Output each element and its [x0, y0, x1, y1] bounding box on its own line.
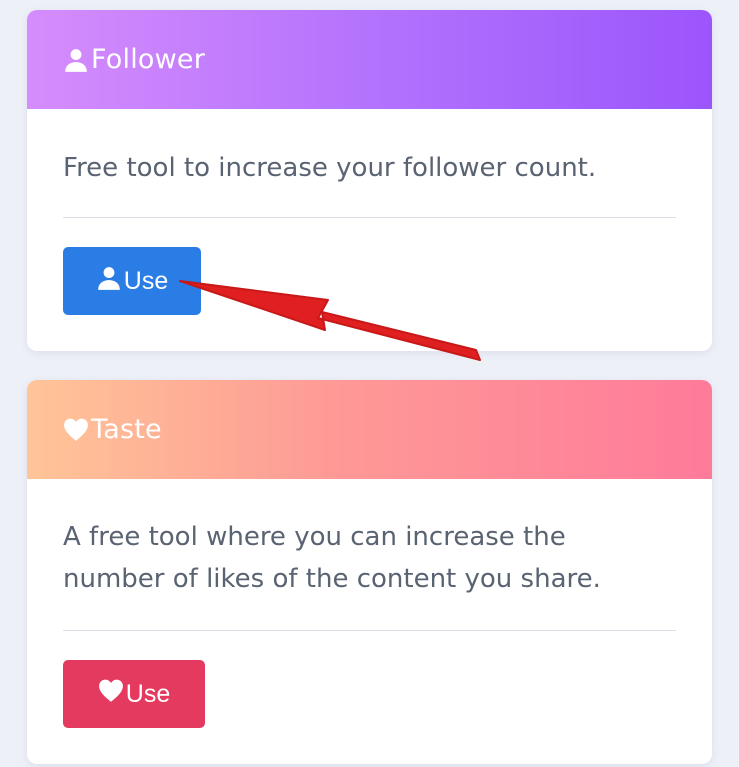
heart-icon [63, 417, 89, 443]
user-icon [63, 47, 89, 73]
taste-card: Taste A free tool where you can increase… [27, 380, 712, 764]
taste-description-line-1: A free tool where you can increase the [63, 522, 566, 552]
taste-card-divider [63, 630, 676, 631]
follower-card-header: Follower [27, 10, 712, 109]
taste-use-button-label: Use [125, 679, 171, 708]
taste-card-body: A free tool where you can increase the n… [27, 479, 712, 728]
follower-card-divider [63, 217, 676, 218]
follower-card-body: Free tool to increase your follower coun… [27, 109, 712, 315]
user-icon [96, 265, 122, 298]
heart-icon [98, 678, 124, 711]
page: Follower Free tool to increase your foll… [0, 0, 739, 767]
follower-card-description: Free tool to increase your follower coun… [63, 153, 597, 183]
taste-card-description: A free tool where you can increase the n… [63, 479, 676, 630]
follower-use-button[interactable]: Use [63, 247, 201, 315]
taste-card-header: Taste [27, 380, 712, 479]
follower-card-title: Follower [91, 44, 206, 75]
follower-use-button-label: Use [123, 266, 169, 295]
taste-use-button[interactable]: Use [63, 660, 205, 728]
taste-card-title: Taste [91, 414, 162, 445]
taste-description-line-2: number of likes of the content you share… [63, 564, 601, 594]
follower-card: Follower Free tool to increase your foll… [27, 10, 712, 351]
